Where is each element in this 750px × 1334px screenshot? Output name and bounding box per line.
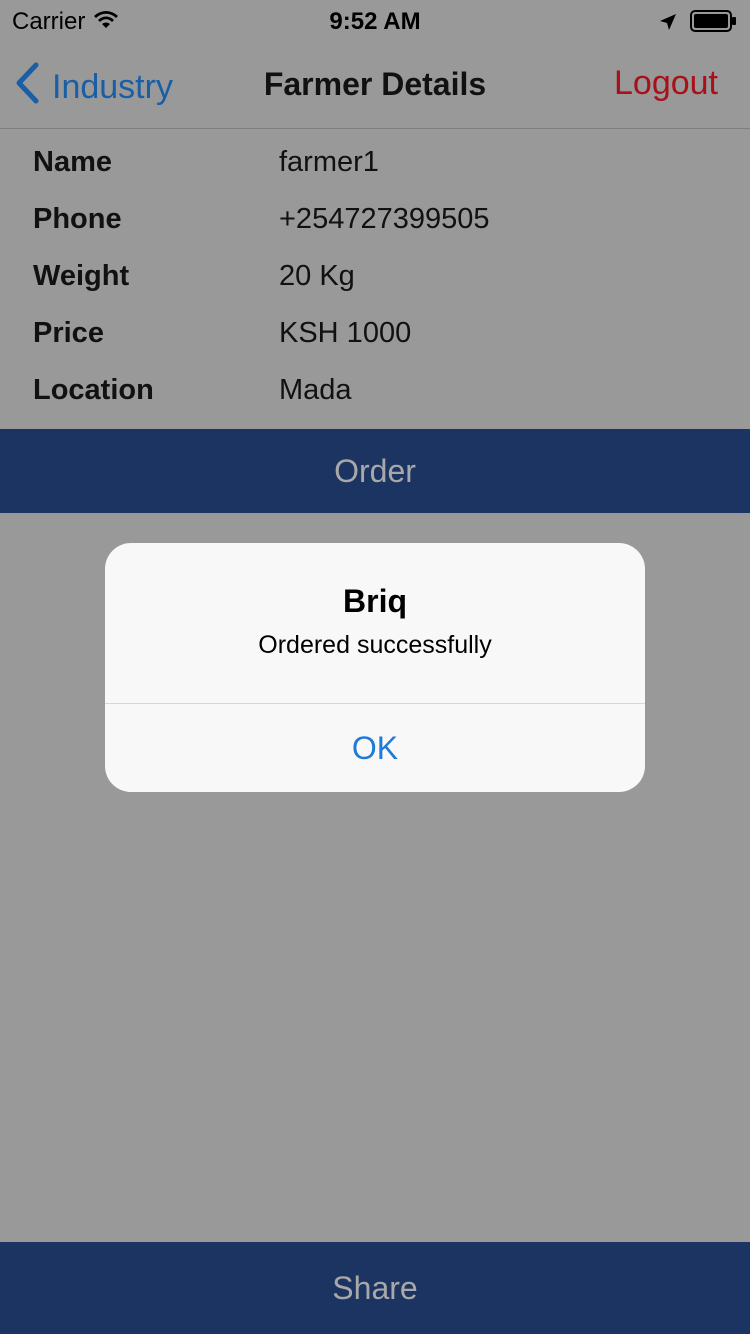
detail-label: Price xyxy=(33,317,104,349)
detail-label: Weight xyxy=(33,260,130,292)
detail-value: farmer1 xyxy=(279,146,379,178)
battery-icon xyxy=(690,10,738,39)
detail-row-phone: Phone +254727399505 xyxy=(0,193,750,250)
detail-label: Location xyxy=(33,374,154,406)
alert-ok-button[interactable]: OK xyxy=(105,704,645,792)
navigation-bar: Industry Farmer Details Logout xyxy=(0,40,750,129)
detail-value: KSH 1000 xyxy=(279,317,412,349)
detail-row-location: Location Mada xyxy=(0,364,750,421)
detail-label: Phone xyxy=(33,203,122,235)
share-button[interactable]: Share xyxy=(0,1242,750,1334)
alert-message: Ordered successfully xyxy=(258,631,492,659)
order-button[interactable]: Order xyxy=(0,429,750,513)
farmer-details: Name farmer1 Phone +254727399505 Weight … xyxy=(0,136,750,421)
status-bar: Carrier 9:52 AM xyxy=(0,0,750,40)
detail-row-name: Name farmer1 xyxy=(0,136,750,193)
alert-dialog: Briq Ordered successfully OK xyxy=(105,543,645,792)
location-arrow-icon xyxy=(658,11,678,39)
logout-button[interactable]: Logout xyxy=(614,64,718,103)
detail-label: Name xyxy=(33,146,112,178)
status-time: 9:52 AM xyxy=(329,8,421,35)
detail-value: Mada xyxy=(279,374,352,406)
detail-row-weight: Weight 20 Kg xyxy=(0,250,750,307)
detail-row-price: Price KSH 1000 xyxy=(0,307,750,364)
status-right-icons xyxy=(658,10,738,39)
detail-value: +254727399505 xyxy=(279,203,490,235)
alert-title: Briq xyxy=(343,583,407,619)
detail-value: 20 Kg xyxy=(279,260,355,292)
